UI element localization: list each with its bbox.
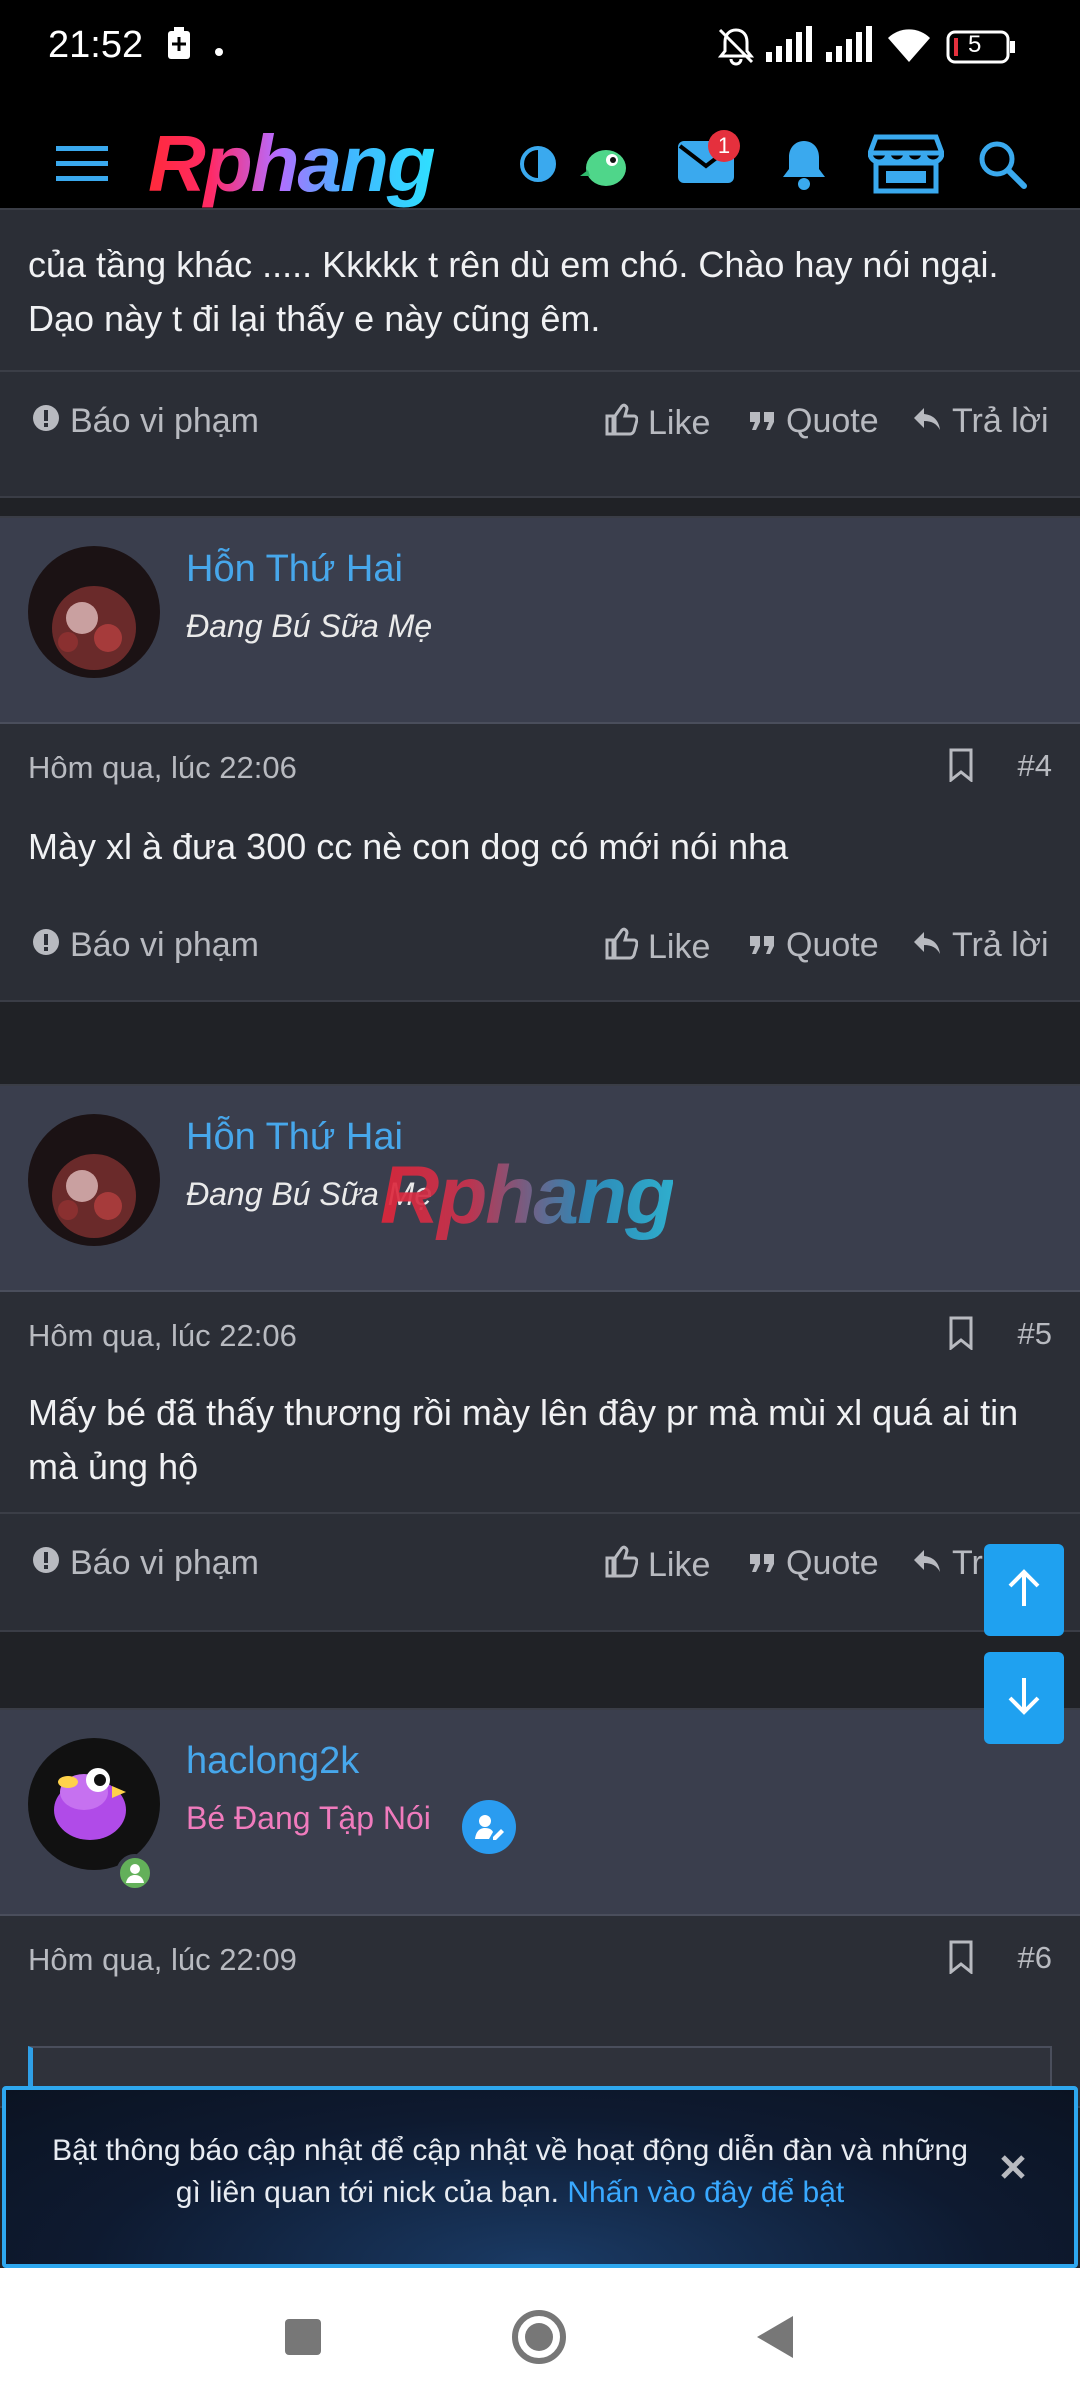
back-button[interactable] (740, 2302, 810, 2372)
quote-button[interactable]: Quote (748, 1544, 879, 1583)
signal-icon (766, 26, 814, 67)
post-number[interactable]: #4 (1018, 748, 1052, 784)
like-label: Like (648, 404, 711, 442)
like-button[interactable]: Like (604, 402, 710, 445)
search-icon[interactable] (962, 124, 1042, 204)
reply-label: Trả lời (952, 926, 1049, 964)
post-number[interactable]: #6 (1018, 1940, 1052, 1976)
post-actions: Báo vi phạm Like Quote Trả lời (0, 1514, 1080, 1632)
thumbs-up-icon (604, 402, 639, 445)
like-button[interactable]: Like (604, 1544, 710, 1587)
mute-bell-icon (716, 26, 756, 71)
username[interactable]: Hỗn Thứ Hai (186, 1116, 403, 1159)
menu-icon[interactable] (42, 124, 122, 204)
reply-icon (912, 926, 942, 965)
report-button[interactable]: Báo vi phạm (32, 402, 259, 441)
push-notification-banner: Bật thông báo cập nhật để cập nhật về ho… (2, 2086, 1078, 2268)
post-card: Hỗn Thứ Hai Đang Bú Sữa Mẹ Rphang Hôm qu… (0, 1084, 1080, 1514)
post-date[interactable]: Hôm qua, lúc 22:09 (28, 1942, 297, 1978)
like-button[interactable]: Like (604, 926, 710, 969)
mail-badge: 1 (708, 130, 740, 162)
store-icon[interactable] (866, 124, 946, 204)
quote-label: Quote (786, 1544, 879, 1582)
recent-apps-button[interactable] (268, 2302, 338, 2372)
report-label: Báo vi phạm (70, 1544, 259, 1582)
alert-icon (32, 402, 60, 441)
like-label: Like (648, 928, 711, 966)
alert-icon (32, 1544, 60, 1583)
report-label: Báo vi phạm (70, 402, 259, 440)
verified-user-icon (462, 1800, 516, 1854)
report-button[interactable]: Báo vi phạm (32, 926, 259, 965)
status-time: 21:52 (48, 24, 144, 66)
notification-message: Bật thông báo cập nhật để cập nhật về ho… (46, 2130, 974, 2214)
username[interactable]: haclong2k (186, 1740, 359, 1783)
post-number[interactable]: #5 (1018, 1316, 1052, 1352)
post-body: của tầng khác ..... Kkkkk t rên dù em ch… (28, 244, 999, 339)
quote-label: Quote (786, 402, 879, 440)
online-status-icon (116, 1854, 154, 1892)
scroll-top-button[interactable] (984, 1544, 1064, 1636)
quote-icon (748, 402, 776, 441)
report-button[interactable]: Báo vi phạm (32, 1544, 259, 1583)
status-bar: 21:52 5 (0, 0, 1080, 100)
bookmark-icon[interactable] (948, 1316, 974, 1355)
reply-button[interactable]: Trả lời (912, 402, 1049, 441)
post-body: Mấy bé đã thấy thương rồi mày lên đây pr… (28, 1392, 1019, 1487)
user-title: Đang Bú Sữa Mẹ (186, 608, 433, 644)
site-logo[interactable]: Rphang (148, 114, 436, 214)
post-body: Mày xl à đưa 300 cc nè con dog có mới nó… (28, 826, 789, 867)
system-nav-bar (0, 2268, 1080, 2400)
battery-saver-icon (166, 26, 192, 65)
post-date[interactable]: Hôm qua, lúc 22:06 (28, 1318, 297, 1354)
reply-button[interactable]: Trả lời (912, 926, 1049, 965)
arrow-up-icon (1004, 1568, 1044, 1613)
signal-icon (826, 26, 874, 67)
thumbs-up-icon (604, 1544, 639, 1587)
post-actions: Báo vi phạm Like Quote Trả lời (0, 896, 1080, 1002)
quote-icon (748, 926, 776, 965)
bookmark-icon[interactable] (948, 1940, 974, 1979)
quote-icon (748, 1544, 776, 1583)
quote-button[interactable]: Quote (748, 926, 879, 965)
quote-button[interactable]: Quote (748, 402, 879, 441)
bookmark-icon[interactable] (948, 748, 974, 787)
user-title: Bé Đang Tập Nói (186, 1800, 431, 1836)
post-user-block: haclong2k Bé Đang Tập Nói (0, 1710, 1080, 1916)
post-user-block: Hỗn Thứ Hai Đang Bú Sữa Mẹ (0, 518, 1080, 724)
username[interactable]: Hỗn Thứ Hai (186, 548, 403, 591)
battery-level: 5 (968, 31, 982, 58)
post-card: haclong2k Bé Đang Tập Nói Hôm qua, lúc 2… (0, 1708, 1080, 2126)
post-actions: Báo vi phạm Like Quote Trả lời (0, 372, 1080, 472)
avatar[interactable] (28, 1114, 160, 1246)
thumbs-up-icon (604, 926, 639, 969)
post-user-block: Hỗn Thứ Hai Đang Bú Sữa Mẹ Rphang (0, 1086, 1080, 1292)
report-label: Báo vi phạm (70, 926, 259, 964)
bell-icon[interactable] (764, 124, 844, 204)
post-card: Hỗn Thứ Hai Đang Bú Sữa Mẹ Hôm qua, lúc … (0, 516, 1080, 916)
watermark-logo: Rphang (380, 1146, 675, 1246)
like-label: Like (648, 1546, 711, 1584)
close-icon[interactable] (988, 2142, 1038, 2192)
mail-button[interactable]: 1 (666, 124, 746, 204)
reply-icon (912, 1544, 942, 1583)
arrow-down-icon (1004, 1676, 1044, 1721)
alert-icon (32, 926, 60, 965)
scroll-bottom-button[interactable] (984, 1652, 1064, 1744)
quote-label: Quote (786, 926, 879, 964)
home-button[interactable] (504, 2302, 574, 2372)
reply-icon (912, 402, 942, 441)
dot-icon (214, 44, 224, 62)
post-card: của tầng khác ..... Kkkkk t rên dù em ch… (0, 208, 1080, 498)
enable-notification-link[interactable]: Nhấn vào đây để bật (567, 2176, 844, 2209)
reply-label: Trả lời (952, 402, 1049, 440)
battery-icon: 5 (946, 30, 1016, 69)
post-date[interactable]: Hôm qua, lúc 22:06 (28, 750, 297, 786)
avatar[interactable] (28, 546, 160, 678)
avatar[interactable] (28, 1738, 160, 1870)
wifi-icon (886, 26, 932, 69)
bird-avatar-icon[interactable] (566, 124, 646, 204)
